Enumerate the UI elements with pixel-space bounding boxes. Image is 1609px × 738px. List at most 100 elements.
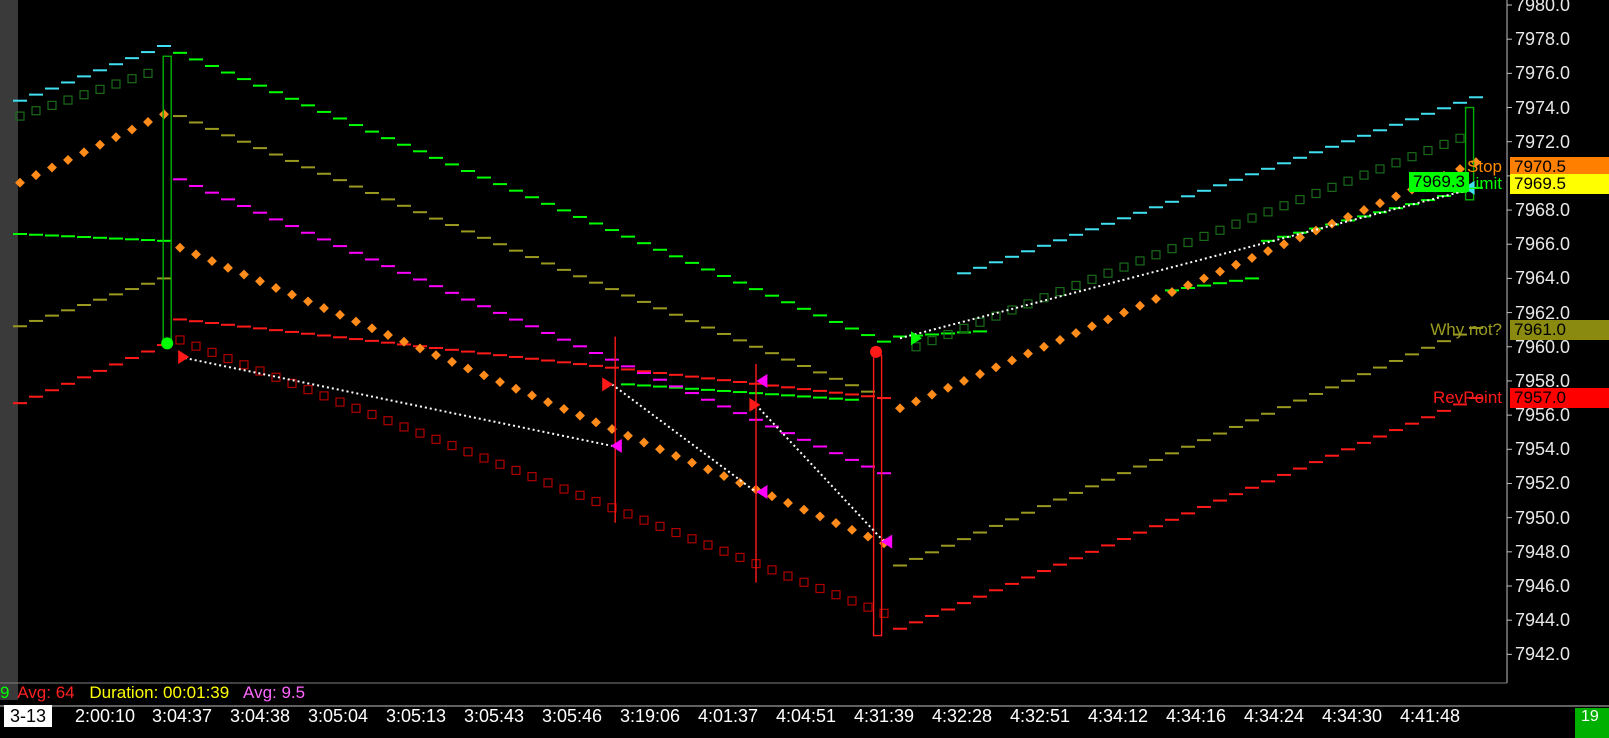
dark_green-candle	[959, 323, 969, 333]
orange-dot	[1199, 273, 1209, 284]
orange-dot	[79, 147, 89, 158]
dark_red-candle	[239, 360, 249, 370]
dark_green-candle	[927, 336, 937, 346]
dark_red-candle	[655, 521, 665, 531]
orange-dot	[175, 242, 185, 253]
dark_green-candle	[1247, 213, 1257, 223]
dark_green-candle	[975, 317, 985, 327]
orange-dot	[1151, 293, 1161, 304]
dark_green-candle	[1103, 268, 1113, 278]
dark_red-candle	[495, 459, 505, 469]
status-duration: Duration: 00:01:39	[89, 683, 230, 702]
dark_green-candle	[127, 74, 137, 84]
dark_green-candle	[1311, 188, 1321, 199]
dark_red-candle	[175, 335, 185, 345]
exit-triangle-marker	[610, 438, 622, 453]
dark_green-candle	[1055, 286, 1065, 297]
x-tick-label: 3:05:43	[463, 706, 525, 726]
level-price-box: 7969.5	[1510, 174, 1609, 195]
orange-dot	[511, 383, 521, 394]
orange-dot	[559, 403, 569, 414]
dark_green-candle	[111, 79, 121, 89]
y-tick-label: 7946.0	[1515, 576, 1571, 596]
orange-dot	[207, 256, 217, 267]
y-tick-label: 7968.0	[1515, 200, 1571, 221]
large-candle	[162, 55, 172, 345]
x-tick-label: 4:41:48	[1399, 706, 1461, 726]
dark_red-candle	[351, 403, 361, 413]
orange-dot	[111, 132, 121, 143]
dark_green-candle	[1231, 219, 1241, 229]
orange-dot	[479, 370, 489, 381]
y-tick-label: 7972.0	[1515, 131, 1571, 152]
level-price-box: 7957.0	[1510, 388, 1609, 409]
dark_green-candle	[1407, 152, 1417, 162]
dark_red-candle	[639, 515, 649, 525]
orange-dot	[783, 498, 793, 508]
orange-dot	[159, 109, 169, 120]
x-tick-label: 4:04:51	[775, 706, 837, 726]
orange-dot	[1023, 348, 1033, 359]
orange-dot	[1263, 246, 1273, 257]
dark_red-candle	[319, 391, 329, 401]
orange-dot	[1359, 205, 1369, 216]
dark_red-candle	[287, 378, 297, 389]
dark_green-candle	[1199, 231, 1209, 241]
dark_red-candle	[383, 416, 393, 426]
y-tick-label: 7980.0	[1515, 0, 1571, 15]
level-label-limit: Limit	[1466, 174, 1502, 194]
orange-dot	[415, 343, 425, 354]
orange-dot	[255, 276, 265, 287]
x-tick-label: 3:04:38	[229, 706, 291, 726]
orange-dot	[287, 289, 297, 300]
orange-dot	[959, 375, 969, 386]
dark_red-candle	[735, 552, 745, 563]
dark_green-candle	[1167, 244, 1177, 254]
dark_green-candle	[1215, 225, 1225, 235]
dark_red-candle	[703, 540, 713, 550]
dark_green-candle	[1327, 182, 1337, 192]
entry-triangle-marker	[602, 377, 614, 392]
orange-dot	[1103, 314, 1113, 325]
orange-dot	[815, 511, 825, 522]
dark_green-candle	[1263, 207, 1273, 217]
orange-dot	[495, 377, 505, 387]
price-chart[interactable]	[0, 0, 1609, 738]
y-tick-label: 7950.0	[1515, 507, 1571, 528]
dark_red-candle	[815, 583, 825, 594]
orange-dot	[1167, 287, 1177, 298]
y-tick-label: 7952.0	[1515, 473, 1571, 494]
corner-badge: 19	[1575, 708, 1609, 738]
dark_green-candle	[63, 95, 73, 105]
orange-dot	[847, 524, 857, 535]
orange-dot	[303, 296, 313, 307]
orange-dot	[351, 316, 361, 327]
dark_red-candle	[783, 571, 793, 581]
orange-dot	[799, 504, 809, 515]
dark_red-candle	[415, 428, 425, 438]
entry-triangle-marker	[749, 397, 761, 412]
orange-dot	[223, 262, 233, 273]
trade-connector-line	[611, 383, 757, 493]
dark_red-candle	[447, 440, 457, 451]
orange-dot	[1055, 334, 1065, 345]
dark_green-candle	[1279, 201, 1289, 211]
x-tick-label: 4:34:30	[1321, 706, 1383, 726]
orange-dot	[687, 457, 697, 468]
dark_green-candle	[1359, 170, 1369, 180]
orange-dot	[383, 330, 393, 340]
dark_red-candle	[863, 602, 873, 612]
dark_red-candle	[719, 546, 729, 556]
dark_red-candle	[799, 577, 809, 587]
dark_red-candle	[767, 565, 777, 575]
dark_red-candle	[591, 496, 601, 507]
orange-dot	[527, 390, 537, 401]
y-tick-label: 7954.0	[1515, 439, 1571, 460]
orange-dot	[463, 363, 473, 374]
orange-dot	[623, 430, 633, 441]
dark_red-candle	[191, 341, 201, 351]
y-tick-label: 7942.0	[1515, 644, 1571, 665]
position-price-box: 7969.3	[1409, 172, 1469, 192]
dark_green-candle	[1375, 164, 1385, 174]
dark_green-candle	[1343, 176, 1353, 186]
